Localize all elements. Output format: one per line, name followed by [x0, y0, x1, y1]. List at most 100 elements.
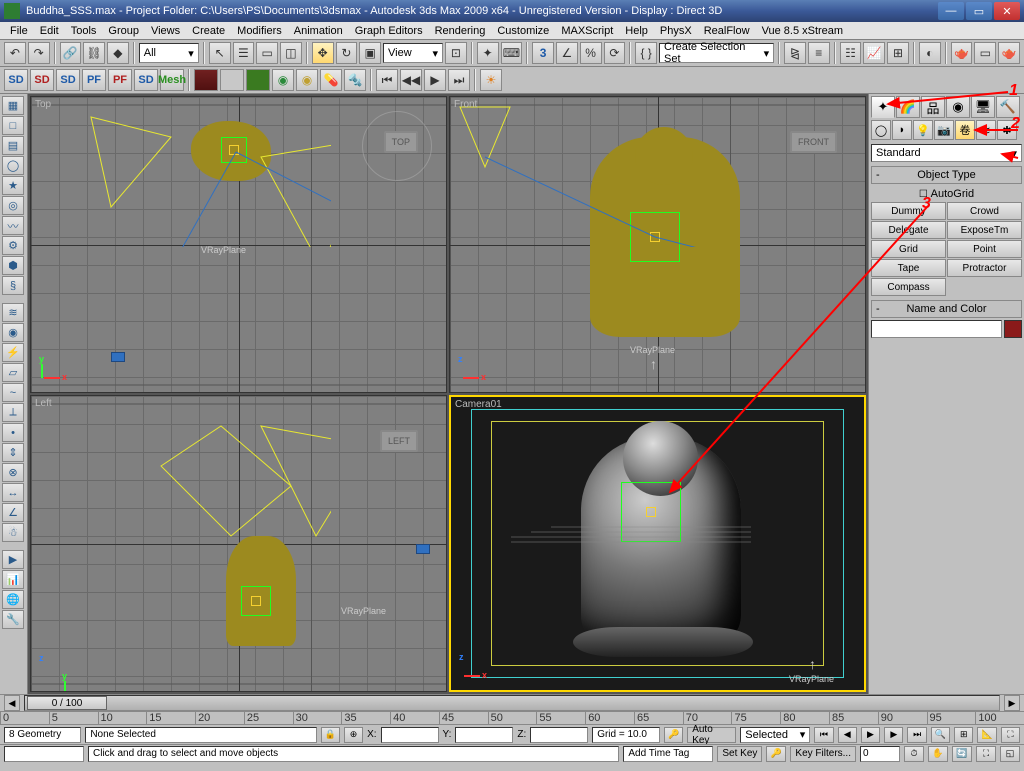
rope-icon[interactable]: 〰: [2, 216, 24, 235]
geometry-subtab[interactable]: ◯: [871, 120, 891, 140]
angle-snap-button[interactable]: ∠: [556, 42, 578, 64]
schematic-button[interactable]: ⊞: [887, 42, 909, 64]
crowd-button[interactable]: Crowd: [947, 202, 1022, 220]
abs-rel-button[interactable]: ⊕: [344, 727, 363, 743]
grid-button[interactable]: Grid: [871, 240, 946, 258]
angular-icon[interactable]: ∠: [2, 503, 24, 522]
viewcube-tag[interactable]: LEFT: [380, 430, 418, 452]
unlink-button[interactable]: ⛓: [83, 42, 105, 64]
delegate-button[interactable]: Delegate: [871, 221, 946, 239]
close-button[interactable]: ✕: [994, 2, 1020, 20]
render-frame-button[interactable]: ▭: [974, 42, 996, 64]
menu-edit[interactable]: Edit: [34, 25, 65, 37]
nav-maximize-icon[interactable]: ⛶: [976, 746, 996, 762]
motor-icon[interactable]: ⚡: [2, 343, 24, 362]
object-color-swatch[interactable]: [1004, 320, 1022, 338]
rollout-objecttype[interactable]: Object Type: [871, 166, 1022, 184]
star-icon[interactable]: ★: [2, 176, 24, 195]
box-icon[interactable]: □: [2, 116, 24, 135]
cylinder-icon[interactable]: ⬢: [2, 256, 24, 275]
menu-tools[interactable]: Tools: [65, 25, 103, 37]
util-icon[interactable]: 🔧: [2, 610, 24, 629]
select-byname-button[interactable]: ☰: [233, 42, 255, 64]
timeconfig-button[interactable]: ⏱: [904, 746, 924, 762]
protractor-button[interactable]: Protractor: [947, 259, 1022, 277]
thumb-icon[interactable]: [194, 69, 218, 91]
viewcube-tag[interactable]: FRONT: [790, 131, 837, 153]
keymode-combo[interactable]: Selected▾: [740, 727, 810, 743]
named-selset-combo[interactable]: Create Selection Set▾: [659, 43, 774, 63]
lights-subtab[interactable]: 💡: [913, 120, 933, 140]
undo-button[interactable]: ↶: [4, 42, 26, 64]
layers-button[interactable]: ☷: [840, 42, 862, 64]
play-button[interactable]: ▶: [861, 727, 880, 743]
time-slider[interactable]: 0 / 100: [24, 695, 1000, 711]
gear-icon[interactable]: ⚙: [2, 236, 24, 255]
menu-group[interactable]: Group: [102, 25, 145, 37]
preview-icon[interactable]: ▶: [2, 550, 24, 569]
viewport-top[interactable]: Top TOP VRayPlane xy: [30, 96, 447, 393]
autogrid-checkbox[interactable]: ☐ AutoGrid: [871, 188, 1022, 200]
create-category-combo[interactable]: Standard▾: [871, 144, 1022, 162]
select-move-button[interactable]: ✥: [312, 42, 334, 64]
exposetm-button[interactable]: ExposeTm: [947, 221, 1022, 239]
water-icon[interactable]: ~: [2, 383, 24, 402]
nav-zoomext-icon[interactable]: ⛶: [1001, 727, 1020, 743]
time-ruler[interactable]: 0 5 10 15 20 25 30 35 40 45 50 55 60 65 …: [0, 711, 1024, 724]
timetag-button[interactable]: Add Time Tag: [623, 746, 713, 762]
menu-maxscript[interactable]: MAXScript: [555, 25, 619, 37]
motion-tab[interactable]: ◉: [946, 96, 970, 118]
play-button[interactable]: ▶: [424, 69, 446, 91]
play-next-button[interactable]: ▶: [884, 727, 903, 743]
key-icon[interactable]: 🔑: [664, 727, 683, 743]
time-slider-handle[interactable]: 0 / 100: [27, 696, 107, 710]
manipulate-button[interactable]: ✦: [477, 42, 499, 64]
menu-views[interactable]: Views: [145, 25, 186, 37]
window-crossing-button[interactable]: ◫: [280, 42, 302, 64]
world-icon[interactable]: 🌐: [2, 590, 24, 609]
subtract-icon[interactable]: ◉: [296, 69, 318, 91]
wind-icon[interactable]: ≋: [2, 303, 24, 322]
select-button[interactable]: ↖: [209, 42, 231, 64]
point-icon[interactable]: •: [2, 423, 24, 442]
carwheel-icon[interactable]: ⊗: [2, 463, 24, 482]
quick-render-button[interactable]: 🫖: [998, 42, 1020, 64]
nav-zoomall-icon[interactable]: ⊞: [954, 727, 973, 743]
cube-icon[interactable]: ▦: [2, 96, 24, 115]
maximize-button[interactable]: ▭: [966, 2, 992, 20]
percent-snap-button[interactable]: %: [580, 42, 602, 64]
play-start-button[interactable]: ⏮: [814, 727, 833, 743]
mirror-button[interactable]: ⧎: [784, 42, 806, 64]
pill-icon[interactable]: 💊: [320, 69, 342, 91]
goto-start-button[interactable]: ⏮: [376, 69, 398, 91]
helpers-subtab[interactable]: 卷: [955, 120, 975, 140]
display-tab[interactable]: 🖥: [971, 96, 995, 118]
menu-modifiers[interactable]: Modifiers: [231, 25, 288, 37]
goto-end-button[interactable]: ⏭: [448, 69, 470, 91]
material-editor-button[interactable]: ◐: [919, 42, 941, 64]
nav-pan-icon[interactable]: ✋: [928, 746, 948, 762]
mesh-button[interactable]: Mesh: [160, 69, 184, 91]
sd-button[interactable]: SD: [56, 69, 80, 91]
dummy-button[interactable]: Dummy: [871, 202, 946, 220]
nav-fov-icon[interactable]: 📐: [977, 727, 996, 743]
viewport-left[interactable]: Left LEFT VRayPlane yz: [30, 395, 447, 692]
redo-button[interactable]: ↷: [28, 42, 50, 64]
nav-orbit-icon[interactable]: 🔄: [952, 746, 972, 762]
named-selset-button[interactable]: { }: [635, 42, 657, 64]
link-button[interactable]: 🔗: [60, 42, 82, 64]
thumb-icon[interactable]: [246, 69, 270, 91]
prev-frame-button[interactable]: ◀◀: [400, 69, 422, 91]
thumb-icon[interactable]: [220, 69, 244, 91]
union-icon[interactable]: ◉: [272, 69, 294, 91]
tape-button[interactable]: Tape: [871, 259, 946, 277]
menu-help[interactable]: Help: [619, 25, 654, 37]
menu-rendering[interactable]: Rendering: [429, 25, 492, 37]
hierarchy-tab[interactable]: 品: [921, 96, 945, 118]
bind-button[interactable]: ◆: [107, 42, 129, 64]
play-end-button[interactable]: ⏭: [907, 727, 926, 743]
sd-button[interactable]: SD: [134, 69, 158, 91]
wheel-icon[interactable]: ◉: [2, 323, 24, 342]
sun-icon[interactable]: ☀: [480, 69, 502, 91]
viewcube-tag[interactable]: TOP: [384, 131, 418, 153]
